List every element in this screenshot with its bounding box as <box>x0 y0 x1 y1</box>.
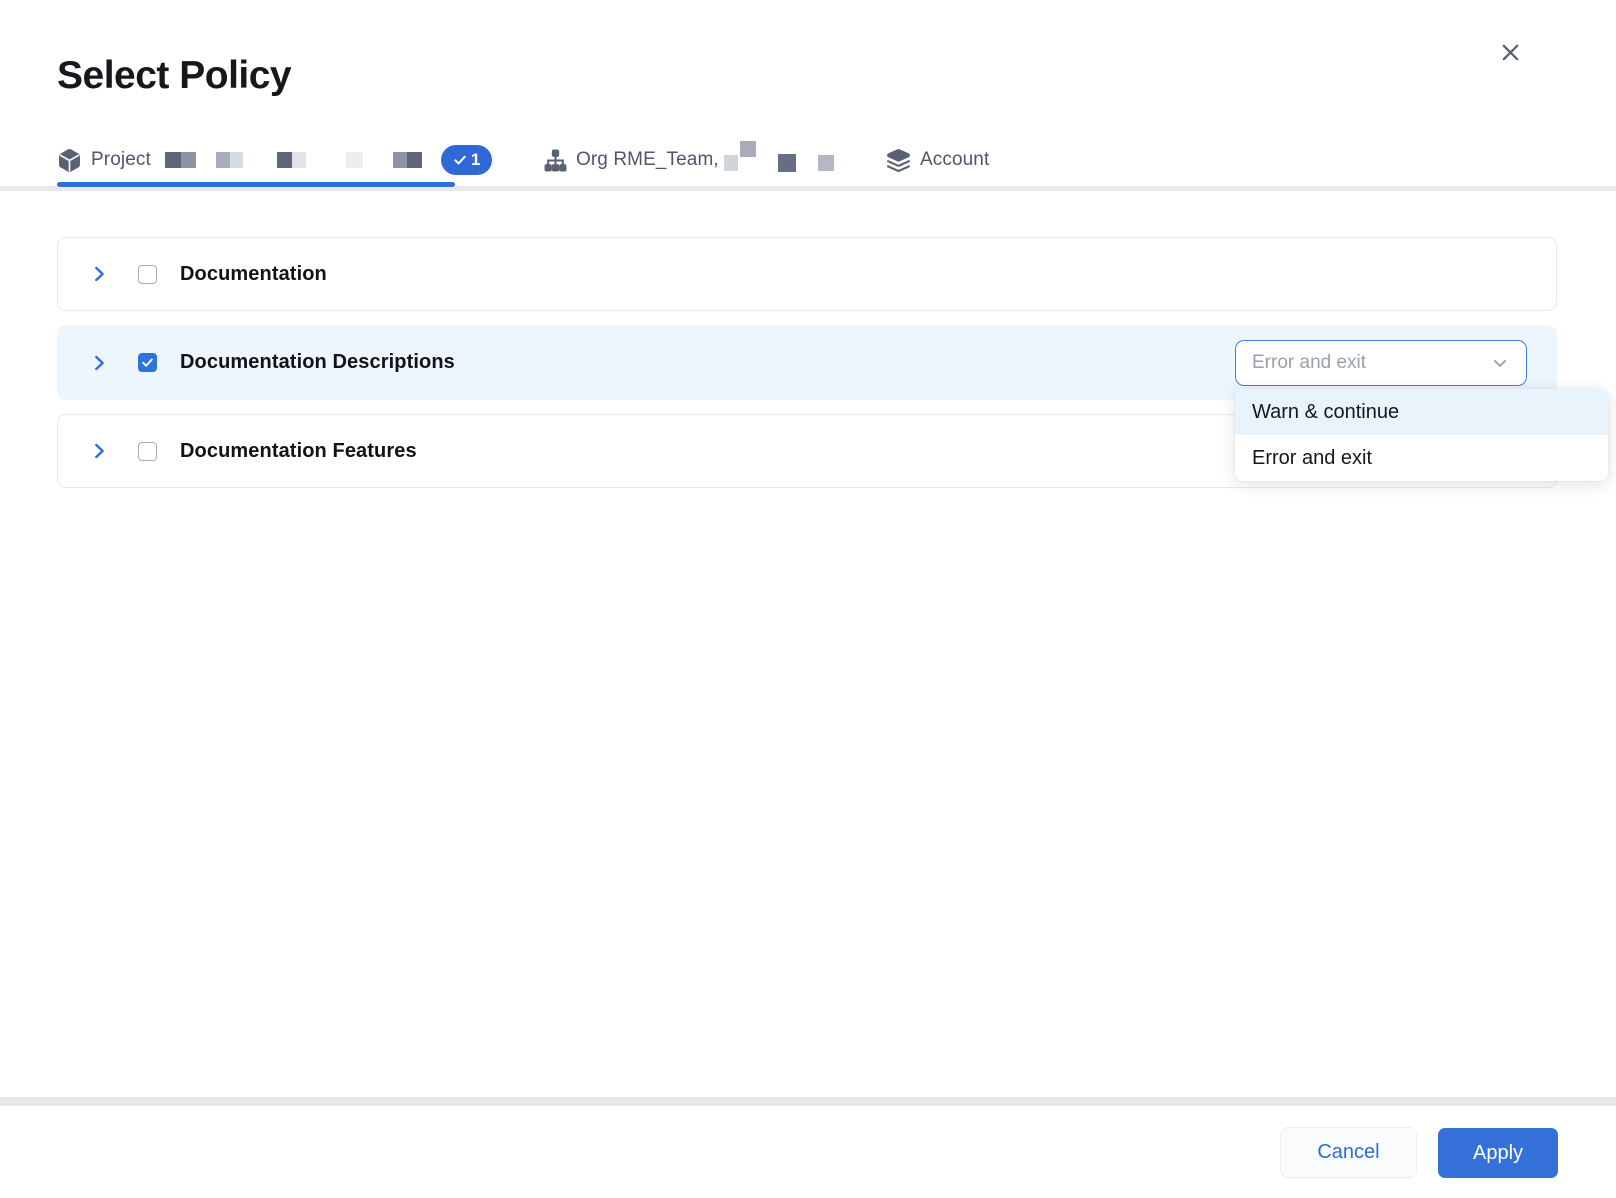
checkbox-documentation-descriptions[interactable] <box>138 353 157 372</box>
redacted-text <box>393 152 422 168</box>
cancel-button[interactable]: Cancel <box>1280 1127 1417 1178</box>
redacted-text <box>216 152 243 168</box>
redacted-text <box>277 152 306 168</box>
tab-account[interactable]: Account <box>886 141 989 179</box>
tab-project-label: Project <box>91 149 151 171</box>
redacted-text <box>165 152 196 168</box>
expand-chevron[interactable] <box>87 351 111 375</box>
cube-icon <box>57 148 82 173</box>
redacted-text <box>346 152 363 168</box>
chevron-right-icon <box>88 263 110 285</box>
action-select-value: Error and exit <box>1252 352 1490 374</box>
chevron-right-icon <box>88 440 110 462</box>
close-icon <box>1499 41 1522 64</box>
tab-org[interactable]: Org RME_Team, <box>544 141 834 179</box>
modal-title: Select Policy <box>57 54 291 98</box>
check-icon <box>141 356 154 369</box>
expand-chevron[interactable] <box>87 262 111 286</box>
chevron-right-icon <box>88 352 110 374</box>
policy-row-label: Documentation Descriptions <box>180 351 455 374</box>
apply-button[interactable]: Apply <box>1438 1128 1558 1178</box>
footer-divider <box>0 1097 1616 1106</box>
checkbox-documentation-features[interactable] <box>138 442 157 461</box>
expand-chevron[interactable] <box>87 439 111 463</box>
redacted-text <box>778 151 796 169</box>
active-tab-indicator <box>57 182 455 187</box>
dropdown-option-warn-continue[interactable]: Warn & continue <box>1235 389 1608 435</box>
policy-row-documentation: Documentation <box>57 237 1557 311</box>
dropdown-option-error-exit[interactable]: Error and exit <box>1235 435 1608 481</box>
select-policy-modal: Select Policy Project <box>0 0 1616 1198</box>
chevron-down-icon <box>1490 353 1510 373</box>
redacted-text <box>740 152 756 168</box>
close-button[interactable] <box>1494 36 1526 68</box>
policy-row-label: Documentation <box>180 263 327 286</box>
selected-count-badge: 1 <box>441 145 492 175</box>
action-select[interactable]: Error and exit <box>1235 340 1527 386</box>
checkbox-documentation[interactable] <box>138 265 157 284</box>
tab-org-label: Org RME_Team, <box>576 149 719 171</box>
org-chart-icon <box>544 149 567 172</box>
action-dropdown-menu: Warn & continue Error and exit <box>1235 389 1608 481</box>
selected-count: 1 <box>471 150 480 170</box>
redacted-text <box>724 152 738 168</box>
check-icon <box>453 153 467 167</box>
tab-account-label: Account <box>920 149 989 171</box>
tab-project[interactable]: Project 1 <box>57 141 492 179</box>
policy-row-label: Documentation Features <box>180 440 417 463</box>
redacted-text <box>818 152 834 168</box>
layers-icon <box>886 148 911 173</box>
